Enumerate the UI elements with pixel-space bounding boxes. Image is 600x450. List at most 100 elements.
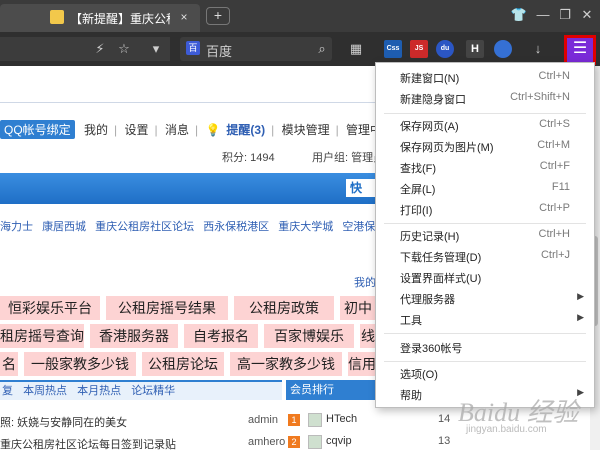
star-icon[interactable]: ☆: [114, 39, 134, 59]
menu-item-label: 保存网页为图片(M): [400, 142, 494, 154]
menu-item-fullscreen[interactable]: 全屏(L) F11: [376, 178, 594, 199]
menu-item-label: 查找(F): [400, 163, 437, 175]
menu-item-label: 帮助: [400, 390, 422, 402]
restore-icon[interactable]: ❐: [556, 6, 574, 24]
ad-link[interactable]: 自考报名: [184, 324, 258, 348]
ad-link[interactable]: 租房摇号查询: [0, 324, 84, 348]
menu-divider: [384, 113, 586, 114]
list-item[interactable]: 重庆公租房社区论坛每日签到记录贴 amhero: [0, 436, 285, 450]
du-extension-icon[interactable]: du: [436, 40, 454, 58]
submenu-arrow-icon: ▶: [577, 291, 584, 301]
ad-link[interactable]: 公租房论坛: [142, 352, 224, 376]
ad-link[interactable]: 名: [0, 352, 18, 376]
menu-item-tools[interactable]: 工具 ▶: [376, 309, 594, 330]
ad-link[interactable]: 信用: [348, 352, 376, 376]
rank-row[interactable]: 1 HTech 14: [286, 412, 452, 430]
menu-item-proxy[interactable]: 代理服务器 ▶: [376, 288, 594, 309]
submenu-arrow-icon: ▶: [577, 312, 584, 322]
ad-link[interactable]: 公租房摇号结果: [106, 296, 228, 320]
menu-item-label: 工具: [400, 315, 422, 327]
menu-item-print[interactable]: 打印(I) Ctrl+P: [376, 199, 594, 220]
forum-tab[interactable]: 本月热点: [77, 385, 121, 397]
shirt-icon[interactable]: 👕: [510, 6, 528, 24]
dropdown-icon[interactable]: ▾: [146, 39, 166, 59]
baidu-logo-icon: 百: [186, 41, 200, 55]
browser-tab[interactable]: 【新提醒】重庆公租 ×: [0, 4, 200, 32]
menu-item-shortcut: Ctrl+F: [539, 160, 570, 172]
h-extension-icon[interactable]: H: [466, 40, 484, 58]
area-link[interactable]: 海力士: [0, 221, 33, 233]
separator: |: [154, 123, 158, 137]
avatar: [308, 413, 322, 427]
ad-link[interactable]: 公租房政策: [234, 296, 334, 320]
ad-link[interactable]: 百家博娱乐: [264, 324, 354, 348]
rank-count: 14: [438, 413, 451, 425]
menu-item-downloads[interactable]: 下载任务管理(D) Ctrl+J: [376, 246, 594, 267]
ad-link[interactable]: 高一家教多少钱: [230, 352, 342, 376]
download-icon[interactable]: ↓: [528, 39, 548, 59]
settings-link[interactable]: 设置: [125, 121, 149, 138]
separator: |: [195, 123, 199, 137]
area-link[interactable]: 西永保税港区: [203, 221, 269, 233]
lightning-icon[interactable]: ⚡: [90, 39, 110, 59]
menu-item-find[interactable]: 查找(F) Ctrl+F: [376, 157, 594, 178]
remind-link[interactable]: 提醒(3): [226, 121, 265, 138]
module-manage-link[interactable]: 模块管理: [282, 121, 330, 138]
menu-item-shortcut: Ctrl+M: [537, 139, 570, 151]
tab-strip: 【新提醒】重庆公租 × + 👕 — ❐ ✕: [0, 0, 600, 32]
rank-row[interactable]: 2 cqvip 13: [286, 434, 452, 450]
ad-link[interactable]: 初中: [340, 296, 376, 320]
apps-grid-icon[interactable]: ▦: [346, 39, 366, 59]
forum-tab[interactable]: 论坛精华: [131, 385, 175, 397]
menu-item-options[interactable]: 选项(O): [376, 363, 594, 384]
post-title[interactable]: 重庆公租房社区论坛每日签到记录贴: [0, 436, 176, 450]
menu-item-save-page[interactable]: 保存网页(A) Ctrl+S: [376, 115, 594, 136]
list-item[interactable]: 照: 妖娆与安静同在的美女 admin: [0, 414, 282, 432]
separator: |: [114, 123, 118, 137]
messages-link[interactable]: 消息: [165, 121, 189, 138]
menu-item-login-360[interactable]: 登录360帐号: [376, 337, 594, 358]
rank-name[interactable]: HTech: [326, 413, 357, 425]
area-link[interactable]: 康居西城: [42, 221, 86, 233]
mine-link[interactable]: 我的: [354, 274, 376, 290]
menu-item-new-incognito-window[interactable]: 新建隐身窗口 Ctrl+Shift+N: [376, 88, 594, 109]
my-link[interactable]: 我的: [84, 121, 108, 138]
menu-item-ui-style[interactable]: 设置界面样式(U): [376, 267, 594, 288]
menu-item-shortcut: Ctrl+H: [538, 228, 570, 240]
ad-link[interactable]: 线: [360, 324, 376, 348]
search-icon[interactable]: ⌕: [312, 39, 332, 59]
tab-favicon-icon: [50, 10, 64, 24]
post-author[interactable]: admin: [248, 414, 278, 426]
main-menu-button[interactable]: ☰: [564, 35, 596, 65]
menu-item-new-window[interactable]: 新建窗口(N) Ctrl+N: [376, 67, 594, 88]
qq-bind-button[interactable]: QQ帐号绑定: [0, 120, 75, 139]
minimize-icon[interactable]: —: [534, 6, 552, 24]
main-menu: 新建窗口(N) Ctrl+N 新建隐身窗口 Ctrl+Shift+N 保存网页(…: [375, 62, 595, 408]
menu-item-save-as-image[interactable]: 保存网页为图片(M) Ctrl+M: [376, 136, 594, 157]
forum-tab[interactable]: 复: [2, 385, 13, 397]
area-links: 海力士 康居西城 重庆公租房社区论坛 西永保税港区 重庆大学城 空港保税区: [0, 218, 403, 234]
separator: |: [335, 123, 339, 137]
ad-link[interactable]: 香港服务器: [90, 324, 178, 348]
globe-extension-icon[interactable]: [494, 40, 512, 58]
js-extension-icon[interactable]: JS: [410, 40, 428, 58]
menu-item-shortcut: Ctrl+S: [539, 118, 570, 130]
area-link[interactable]: 重庆公租房社区论坛: [95, 221, 194, 233]
search-box[interactable]: [180, 37, 332, 61]
area-link[interactable]: 重庆大学城: [278, 221, 333, 233]
new-tab-button[interactable]: +: [206, 7, 230, 25]
avatar: [308, 435, 322, 449]
forum-tab[interactable]: 本周热点: [23, 385, 67, 397]
ad-link[interactable]: 恒彩娱乐平台: [0, 296, 100, 320]
post-title[interactable]: 照: 妖娆与安静同在的美女: [0, 414, 127, 430]
menu-item-label: 代理服务器: [400, 294, 455, 306]
menu-divider: [384, 333, 586, 334]
address-bar[interactable]: [0, 37, 170, 61]
ad-link[interactable]: 一般家教多少钱: [24, 352, 136, 376]
rank-name[interactable]: cqvip: [326, 435, 352, 447]
close-icon[interactable]: ✕: [578, 6, 596, 24]
post-author[interactable]: amhero: [248, 436, 285, 448]
css-extension-icon[interactable]: Css: [384, 40, 402, 58]
tab-close-button[interactable]: ×: [176, 9, 192, 25]
menu-item-history[interactable]: 历史记录(H) Ctrl+H: [376, 225, 594, 246]
